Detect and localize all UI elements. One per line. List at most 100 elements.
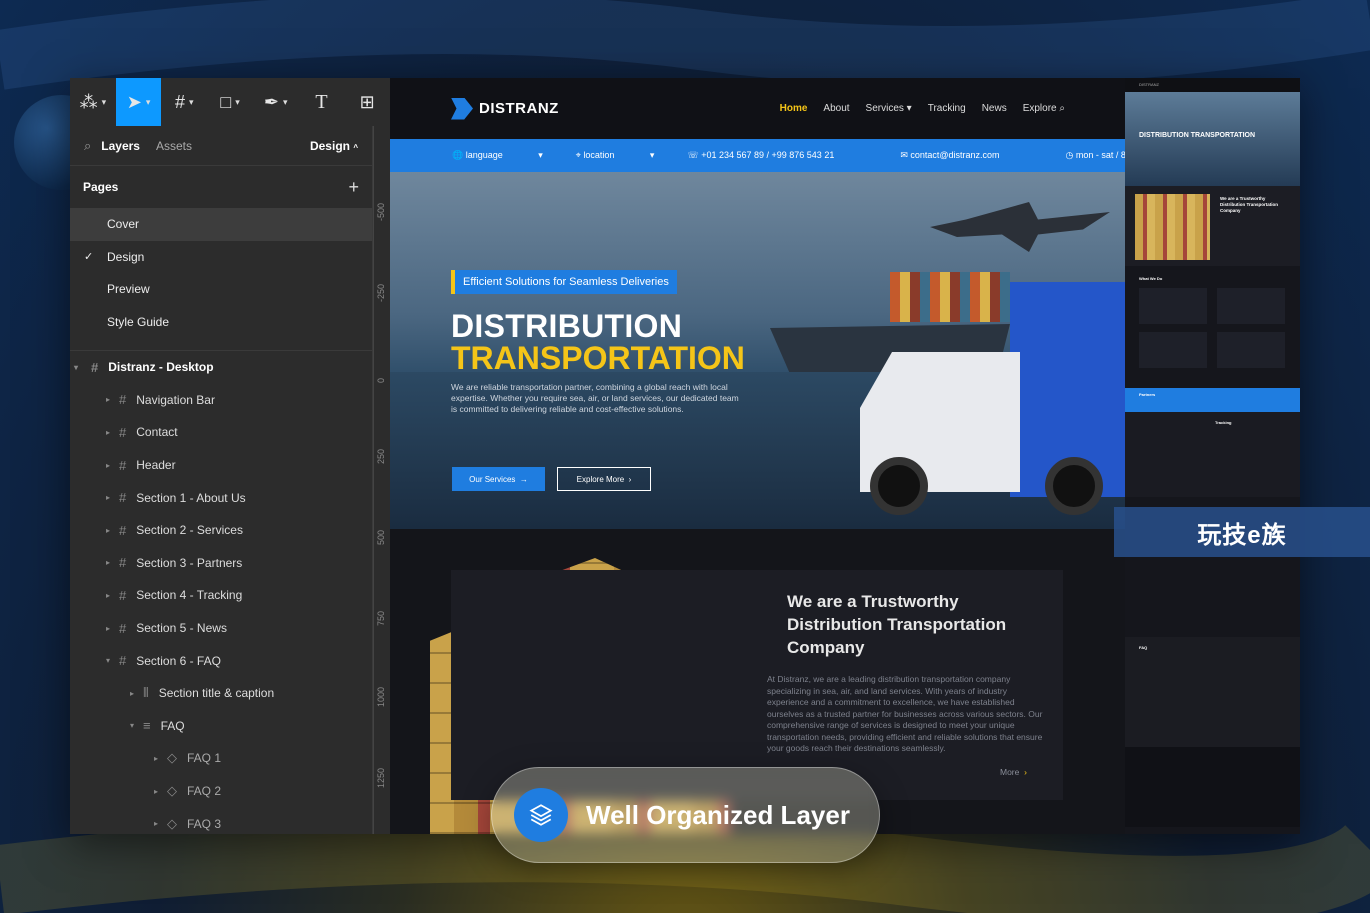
frame-icon: # bbox=[119, 587, 127, 603]
preview-services: What We Do bbox=[1125, 266, 1300, 386]
layer-row[interactable]: ▸ # Section 2 - Services bbox=[70, 514, 372, 547]
layer-row[interactable]: ▸ # Contact bbox=[70, 416, 372, 449]
website-canvas: DISTRANZ Home About Services ▾ Tracking News… bbox=[390, 78, 1125, 834]
page-item[interactable]: Cover bbox=[70, 208, 372, 241]
our-services-button[interactable]: Our Services → bbox=[452, 467, 545, 491]
add-page-icon[interactable]: + bbox=[348, 177, 359, 198]
ruler-label: -500 bbox=[376, 202, 386, 221]
layer-row[interactable]: ▾ # Section 6 - FAQ bbox=[70, 644, 372, 677]
about-text: At Distranz, we are a leading distributi… bbox=[767, 674, 1043, 753]
layer-row[interactable]: ▸ ◇ FAQ 1 bbox=[70, 742, 372, 775]
page-item[interactable]: Style Guide bbox=[70, 306, 372, 339]
frame-icon: # bbox=[119, 424, 127, 440]
nav-item-news[interactable]: News bbox=[982, 103, 1007, 114]
ship-containers-image bbox=[890, 272, 1010, 322]
frame-icon: # bbox=[119, 653, 127, 669]
layer-name: Section 1 - About Us bbox=[136, 490, 246, 505]
resources-button[interactable]: ⊞ bbox=[344, 78, 390, 126]
chevron-right-icon[interactable]: ▸ bbox=[106, 493, 110, 502]
layer-row[interactable]: ▸ ◇ FAQ 2 bbox=[70, 775, 372, 808]
chevron-down-icon[interactable]: ▾ bbox=[106, 656, 110, 665]
nav-item-tracking[interactable]: Tracking bbox=[928, 103, 966, 114]
figma-menu-button[interactable]: ⁂ ▾ bbox=[70, 78, 116, 126]
preview-hero: DISTRIBUTION TRANSPORTATION bbox=[1125, 92, 1300, 186]
nav-item-services[interactable]: Services ▾ bbox=[866, 103, 912, 114]
chevron-right-icon[interactable]: ▸ bbox=[106, 428, 110, 437]
ruler-label: 500 bbox=[376, 529, 386, 545]
hours-info: ◷ mon - sat / 8 am - 6 pm bbox=[1065, 150, 1125, 160]
chevron-right-icon[interactable]: ▸ bbox=[154, 787, 158, 796]
layer-row[interactable]: ▾ # Distranz - Desktop bbox=[70, 351, 372, 384]
layer-name: Contact bbox=[136, 425, 178, 440]
shape-tool-button[interactable]: □ ▾ bbox=[207, 78, 253, 126]
text-tool-button[interactable]: T bbox=[299, 78, 345, 126]
layer-row[interactable]: ▸ # Section 3 - Partners bbox=[70, 547, 372, 580]
preview-partners: Partners bbox=[1125, 388, 1300, 412]
pages-header: Pages + bbox=[70, 166, 372, 208]
chevron-right-icon[interactable]: ▸ bbox=[130, 689, 134, 698]
check-icon: ✓ bbox=[84, 251, 94, 264]
nav-item-explore[interactable]: Explore ⌕ bbox=[1023, 103, 1065, 114]
chevron-right-icon[interactable]: ▸ bbox=[106, 526, 110, 535]
chevron-right-icon[interactable]: ▸ bbox=[106, 558, 110, 567]
preview-what-we-do: What We Do bbox=[1139, 276, 1163, 281]
layer-name: Section 2 - Services bbox=[136, 523, 243, 538]
tab-assets[interactable]: Assets bbox=[156, 139, 192, 153]
layer-row[interactable]: ▸ # Header bbox=[70, 449, 372, 482]
move-tool-button[interactable]: ➤ ▾ bbox=[115, 78, 162, 126]
chevron-right-icon[interactable]: ▸ bbox=[106, 395, 110, 404]
site-logo[interactable]: DISTRANZ bbox=[451, 97, 559, 120]
hero-section: Efficient Solutions for Seamless Deliver… bbox=[390, 172, 1125, 529]
figma-toolbar: ⁂ ▾ ➤ ▾ # ▾ □ ▾ ✒ ▾ T ⊞ bbox=[70, 78, 390, 126]
nav-item-about[interactable]: About bbox=[823, 103, 849, 114]
frame-icon: # bbox=[175, 91, 186, 112]
page-item[interactable]: ✓ Design bbox=[70, 241, 372, 274]
layer-row[interactable]: ▸ # Section 5 - News bbox=[70, 612, 372, 645]
layer-row[interactable]: ▸ # Section 4 - Tracking bbox=[70, 579, 372, 612]
frame-icon: # bbox=[91, 359, 99, 375]
language-selector[interactable]: 🌐 language ▾ bbox=[452, 150, 543, 161]
frame-icon: # bbox=[119, 620, 127, 636]
vertical-ruler: -500-2500250500750100012501500 bbox=[373, 126, 390, 834]
layer-row[interactable]: ▸ # Navigation Bar bbox=[70, 384, 372, 417]
about-heading: We are a Trustworthy Distribution Transp… bbox=[787, 592, 1007, 657]
preview-faq: FAQ bbox=[1125, 637, 1300, 747]
cargo-plane-image bbox=[930, 202, 1110, 252]
preview-container-image bbox=[1135, 194, 1210, 260]
frame-icon: # bbox=[119, 392, 127, 408]
email-info[interactable]: ✉ contact@distranz.com bbox=[900, 150, 1032, 161]
layer-name: Header bbox=[136, 458, 176, 473]
chevron-right-icon[interactable]: ▸ bbox=[154, 819, 158, 828]
explore-more-button[interactable]: Explore More › bbox=[557, 467, 651, 491]
text-icon: T bbox=[315, 90, 328, 113]
chevron-down-icon[interactable]: ▾ bbox=[74, 363, 78, 372]
nav-item-home[interactable]: Home bbox=[780, 103, 808, 114]
frame-tool-button[interactable]: # ▾ bbox=[161, 78, 207, 126]
layer-name: Section 3 - Partners bbox=[136, 555, 243, 570]
search-icon[interactable]: ⌕ bbox=[84, 138, 91, 154]
chevron-right-icon[interactable]: ▸ bbox=[106, 624, 110, 633]
chevron-right-icon[interactable]: ▸ bbox=[106, 461, 110, 470]
chevron-right-icon[interactable]: ▸ bbox=[154, 754, 158, 763]
layer-row[interactable]: ▸ # Section 1 - About Us bbox=[70, 481, 372, 514]
panel-tabs: ⌕ Layers Assets Design ^ bbox=[70, 126, 372, 166]
tab-design[interactable]: Design ^ bbox=[310, 139, 358, 153]
location-selector[interactable]: ⌖ location ▾ bbox=[576, 150, 655, 161]
layers-list: ▾ # Distranz - Desktop ▸ # Navigation Bar ▸ # Co… bbox=[70, 351, 372, 834]
layer-name: Distranz - Desktop bbox=[108, 360, 214, 375]
layer-row[interactable]: ▸ ◇ FAQ 3 bbox=[70, 807, 372, 834]
preview-service-card bbox=[1217, 332, 1285, 368]
chevron-right-icon[interactable]: ▸ bbox=[106, 591, 110, 600]
layer-row[interactable]: ▸ ⦀ Section title & caption bbox=[70, 677, 372, 710]
figma-logo-icon: ⁂ bbox=[79, 91, 98, 112]
truck-wheel bbox=[1045, 457, 1103, 515]
pages-title: Pages bbox=[83, 180, 119, 194]
page-item[interactable]: Preview bbox=[70, 273, 372, 306]
pen-tool-button[interactable]: ✒ ▾ bbox=[253, 78, 299, 126]
layer-row[interactable]: ▾ ≡ FAQ bbox=[70, 710, 372, 743]
figma-window: ⁂ ▾ ➤ ▾ # ▾ □ ▾ ✒ ▾ T ⊞ ⌕ Layers Assets Desig… bbox=[70, 78, 1300, 834]
more-link[interactable]: More › bbox=[1000, 767, 1027, 777]
tab-layers[interactable]: Layers bbox=[101, 139, 140, 153]
distranz-logo-icon bbox=[451, 97, 473, 120]
chevron-down-icon[interactable]: ▾ bbox=[130, 721, 134, 730]
